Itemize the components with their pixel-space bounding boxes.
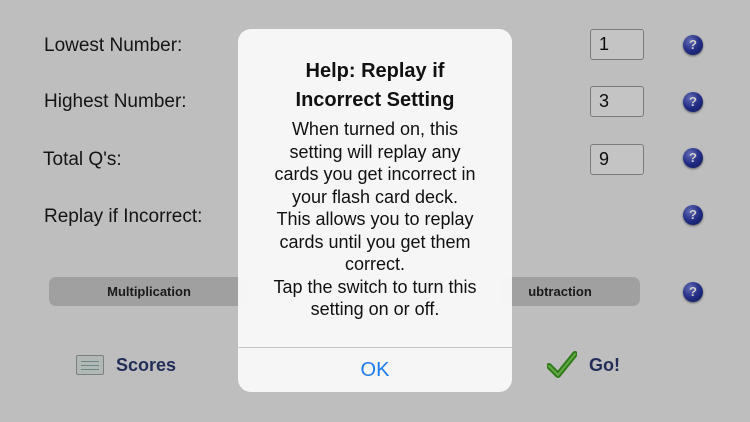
- alert-message-line: Tap the switch to turn this: [273, 276, 477, 297]
- alert-message-line: cards you get incorrect in: [274, 164, 476, 184]
- alert-title-line: Help: Replay if: [305, 60, 445, 82]
- help-alert-dialog: Help: Replay if Incorrect Setting When t…: [238, 29, 512, 392]
- ok-button[interactable]: OK: [238, 348, 512, 392]
- alert-title: Help: Replay if Incorrect Setting: [238, 57, 512, 115]
- alert-message-line: setting on or off.: [310, 299, 440, 319]
- alert-message-line: correct.: [344, 254, 405, 274]
- alert-message: When turned on, this setting will replay…: [238, 118, 512, 321]
- alert-message-line: setting will replay any: [289, 141, 461, 162]
- alert-message-line: your flash card deck.: [291, 186, 459, 207]
- alert-message-line: cards until you get them: [279, 231, 471, 252]
- alert-title-line: Incorrect Setting: [295, 89, 455, 111]
- alert-message-line: When turned on, this: [291, 119, 459, 139]
- alert-message-line: This allows you to replay: [276, 209, 474, 229]
